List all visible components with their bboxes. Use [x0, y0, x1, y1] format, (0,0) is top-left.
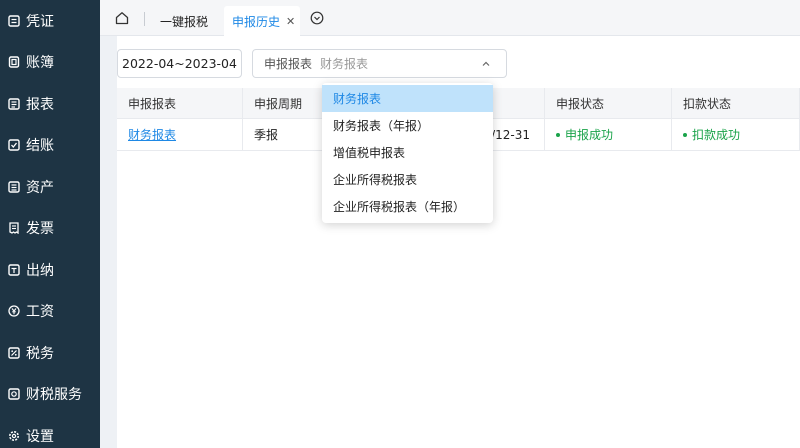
sidebar-item-voucher[interactable]: 凭证 — [0, 0, 100, 42]
tab-divider — [144, 12, 145, 26]
checkout-icon — [8, 139, 20, 151]
tax-icon — [8, 347, 20, 359]
cell-payment-status: 扣款成功 — [672, 119, 800, 150]
dropdown-option[interactable]: 企业所得税报表（年报） — [322, 193, 493, 220]
select-label: 申报报表 — [264, 57, 313, 71]
tab-label: 申报历史 — [232, 14, 281, 29]
cell-declare-status: 申报成功 — [545, 119, 672, 150]
sidebar-item-label: 报表 — [26, 96, 54, 113]
sidebar-item-invoice[interactable]: 发票 — [0, 208, 100, 250]
cell-report: 财务报表 — [117, 119, 243, 150]
cashier-icon — [8, 264, 20, 276]
ledger-icon — [8, 56, 20, 68]
tab-declaration-history[interactable]: 申报历史 ✕ — [224, 6, 300, 36]
dropdown-option[interactable]: 财务报表（年报） — [322, 112, 493, 139]
sidebar-item-label: 账簿 — [26, 55, 54, 72]
chevron-down-circle-icon[interactable] — [310, 11, 324, 25]
sidebar-item-label: 财税服务 — [26, 387, 82, 404]
tab-bar: 一键报税 申报历史 ✕ — [100, 0, 800, 36]
date-range-value: 2022-04~2023-04 — [122, 56, 237, 71]
tab-label: 一键报税 — [160, 14, 209, 29]
date-range-picker[interactable]: 2022-04~2023-04 — [117, 49, 242, 78]
sidebar-item-service[interactable]: 财税服务 — [0, 374, 100, 416]
declare-status-text: 申报成功 — [565, 128, 614, 142]
header-payment-status: 扣款状态 — [672, 88, 800, 118]
sidebar-item-label: 出纳 — [26, 262, 54, 279]
voucher-icon — [8, 15, 20, 27]
report-link[interactable]: 财务报表 — [128, 126, 176, 143]
service-icon — [8, 388, 20, 400]
report-type-select[interactable]: 申报报表 财务报表 — [252, 49, 507, 78]
sidebar-item-label: 发票 — [26, 221, 54, 238]
home-icon[interactable] — [114, 10, 130, 26]
header-declare-status: 申报状态 — [545, 88, 672, 118]
dropdown-option[interactable]: 企业所得税报表 — [322, 166, 493, 193]
sidebar: 凭证 账簿 报表 结账 资产 发票 出纳 工资 税务 财税服务 设置 — [0, 0, 100, 448]
report-icon — [8, 98, 20, 110]
sidebar-item-label: 税务 — [26, 345, 54, 362]
chevron-up-icon — [480, 58, 492, 70]
payment-status-text: 扣款成功 — [692, 128, 741, 142]
sidebar-item-checkout[interactable]: 结账 — [0, 125, 100, 167]
sidebar-item-ledger[interactable]: 账簿 — [0, 42, 100, 84]
status-dot — [556, 132, 560, 137]
asset-icon — [8, 181, 20, 193]
report-type-dropdown: 财务报表 财务报表（年报） 增值税申报表 企业所得税报表 企业所得税报表（年报） — [322, 83, 493, 223]
dropdown-option[interactable]: 增值税申报表 — [322, 139, 493, 166]
sidebar-item-settings[interactable]: 设置 — [0, 415, 100, 448]
sidebar-item-label: 设置 — [26, 428, 54, 445]
header-report: 申报报表 — [117, 88, 243, 118]
sidebar-item-asset[interactable]: 资产 — [0, 166, 100, 208]
sidebar-item-cashier[interactable]: 出纳 — [0, 249, 100, 291]
select-value: 财务报表 — [320, 57, 369, 71]
status-dot — [683, 132, 687, 137]
tab-one-click-tax[interactable]: 一键报税 — [160, 6, 208, 36]
sidebar-item-label: 结账 — [26, 138, 54, 155]
dropdown-option[interactable]: 财务报表 — [322, 85, 493, 112]
invoice-icon — [8, 222, 20, 235]
gear-icon — [8, 430, 20, 442]
close-icon[interactable]: ✕ — [286, 15, 295, 28]
sidebar-item-tax[interactable]: 税务 — [0, 332, 100, 374]
sidebar-item-label: 凭证 — [26, 13, 54, 30]
sidebar-item-report[interactable]: 报表 — [0, 83, 100, 125]
sidebar-item-label: 工资 — [26, 304, 54, 321]
yen-icon — [8, 305, 20, 317]
sidebar-item-salary[interactable]: 工资 — [0, 291, 100, 333]
sidebar-item-label: 资产 — [26, 179, 54, 196]
